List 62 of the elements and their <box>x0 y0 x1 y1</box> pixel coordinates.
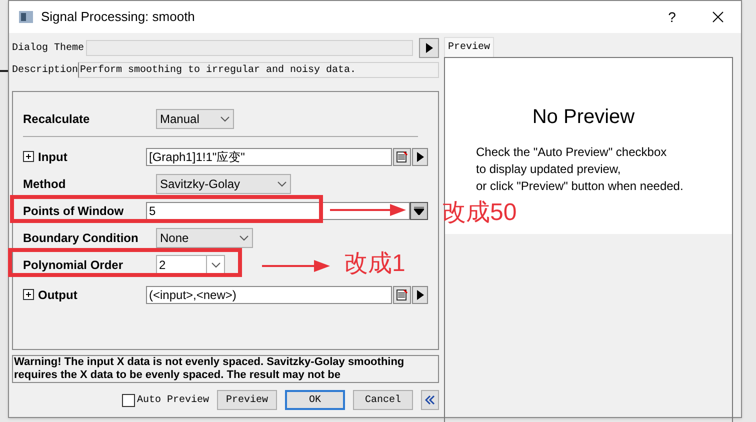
window-title: Signal Processing: smooth <box>41 8 196 26</box>
checkbox[interactable] <box>122 394 135 406</box>
chevron-down-icon <box>210 262 220 268</box>
field-label: Output <box>38 286 78 304</box>
field-label: Input <box>38 148 68 166</box>
preview-tab[interactable]: Preview <box>444 37 494 57</box>
warning-message: Warning! The input X data is not evenly spaced. Savitzky-Golay smoothing requires the X data to be evenly spaced. The result may not be <box>12 355 439 383</box>
field-label: Polynomial Order <box>23 256 124 274</box>
field-value: Savitzky-Golay <box>160 176 240 192</box>
theme-menu-button[interactable] <box>419 38 439 58</box>
preview-hint: Check the "Auto Preview" checkbox <box>476 144 668 161</box>
double-chevron-left-icon <box>425 395 435 405</box>
field-value: 5 <box>149 202 156 220</box>
preview-hint: to display updated preview, <box>476 161 622 178</box>
field-label: Boundary Condition <box>23 230 138 246</box>
chevron-down-icon <box>220 116 230 122</box>
arrow-button[interactable] <box>412 148 428 166</box>
description-text: Perform smoothing to irregular and noisy data. <box>78 62 439 78</box>
input-field[interactable]: (<input>,<new>) <box>146 286 392 304</box>
annotation-text: 改成1 <box>344 249 406 279</box>
preview-heading: No Preview <box>532 105 635 130</box>
dialog-button[interactable]: Preview <box>217 390 277 410</box>
input-field[interactable]: [Graph1]1!1"应变" <box>146 148 392 166</box>
field-label: Recalculate <box>23 110 90 128</box>
arrow-button[interactable] <box>412 286 428 304</box>
dropdown[interactable]: Manual <box>156 108 234 128</box>
field-value: Manual <box>160 110 200 128</box>
checkbox-label: Auto Preview <box>136 394 209 408</box>
dropdown[interactable]: None <box>156 228 253 248</box>
data-picker-button[interactable] <box>393 148 411 166</box>
field-value: [Graph1]1!1"应变" <box>149 148 245 166</box>
worksheet-icon <box>396 150 408 162</box>
expand-icon[interactable] <box>23 289 34 300</box>
input-field[interactable]: 5 <box>146 202 410 220</box>
field-value: (<input>,<new>) <box>149 286 236 304</box>
description-label: Description <box>12 64 78 78</box>
chevron-down-icon <box>239 234 249 240</box>
chevron-down-icon <box>277 180 287 186</box>
dropdown-button[interactable] <box>410 202 428 220</box>
play-icon <box>416 290 424 300</box>
preview-hint: or click "Preview" button when needed. <box>476 178 684 195</box>
help-button[interactable]: ? <box>649 1 695 33</box>
dialog-button[interactable]: OK <box>285 390 345 410</box>
annotation-arrow <box>262 259 330 273</box>
dialog-button[interactable]: Cancel <box>353 390 413 410</box>
field-label: Points of Window <box>23 202 124 220</box>
play-icon <box>416 152 424 162</box>
data-picker-button[interactable] <box>393 286 411 304</box>
theme-field[interactable] <box>86 40 413 56</box>
play-icon <box>426 43 432 53</box>
field-value: 2 <box>159 258 166 272</box>
theme-label: Dialog Theme <box>12 42 84 56</box>
combo-box[interactable]: 2 <box>156 254 225 274</box>
field-label: Method <box>23 176 66 192</box>
app-icon <box>19 11 33 23</box>
collapse-button[interactable] <box>421 390 439 410</box>
dropdown[interactable]: Savitzky-Golay <box>156 174 291 194</box>
worksheet-icon <box>396 288 408 300</box>
field-value: None <box>160 230 189 246</box>
expand-icon[interactable] <box>23 151 34 162</box>
triangle-down-icon <box>414 206 424 214</box>
close-icon <box>712 11 724 23</box>
